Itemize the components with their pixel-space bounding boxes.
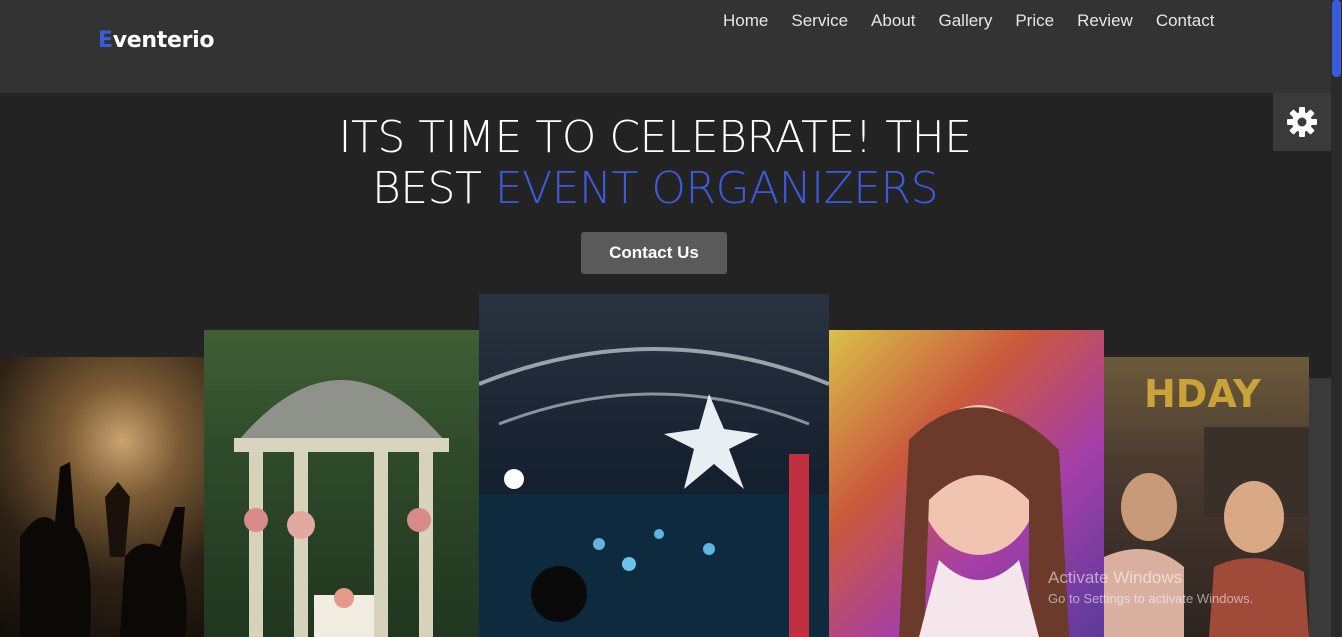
nav-about[interactable]: About [871,10,915,31]
partial-photo [1309,378,1331,637]
page-scrollbar[interactable] [1331,0,1342,637]
main-nav: Home Service About Gallery Price Review … [723,10,1237,31]
concert-crowd-photo[interactable] [0,357,204,637]
site-logo[interactable]: Eventerio [98,28,215,53]
watermark-line2: Go to Settings to activate Windows. [1048,591,1254,606]
nav-contact[interactable]: Contact [1156,10,1215,31]
contact-us-button[interactable]: Contact Us [581,232,727,274]
hero-title-line1: ITS TIME TO CELEBRATE! THE [338,112,972,163]
hero-title-line2-prefix: BEST [371,163,495,214]
nav-home[interactable]: Home [723,10,768,31]
logo-letter: E [98,28,113,53]
nightclub-party-photo[interactable] [479,294,829,637]
garden-gazebo-photo[interactable] [204,330,479,637]
gazebo-shape [234,380,449,637]
nav-price[interactable]: Price [1015,10,1054,31]
scrollbar-thumb[interactable] [1332,0,1341,77]
svg-text:HDAY: HDAY [1144,372,1261,416]
logo-text: venterio [112,28,215,53]
hero-title-highlight: EVENT ORGANIZERS [494,163,939,214]
gear-icon [1287,107,1317,137]
nightclub-scene [479,347,829,637]
nav-service[interactable]: Service [791,10,848,31]
nav-review[interactable]: Review [1077,10,1133,31]
settings-button[interactable] [1273,93,1331,151]
windows-activation-watermark: Activate Windows Go to Settings to activ… [1048,568,1253,606]
hero-heading: ITS TIME TO CELEBRATE! THE BEST EVENT OR… [300,112,1010,214]
concert-silhouette [20,462,187,637]
watermark-line1: Activate Windows [1048,568,1183,587]
nav-gallery[interactable]: Gallery [938,10,992,31]
header-bar: Eventerio Home Service About Gallery Pri… [0,0,1331,93]
